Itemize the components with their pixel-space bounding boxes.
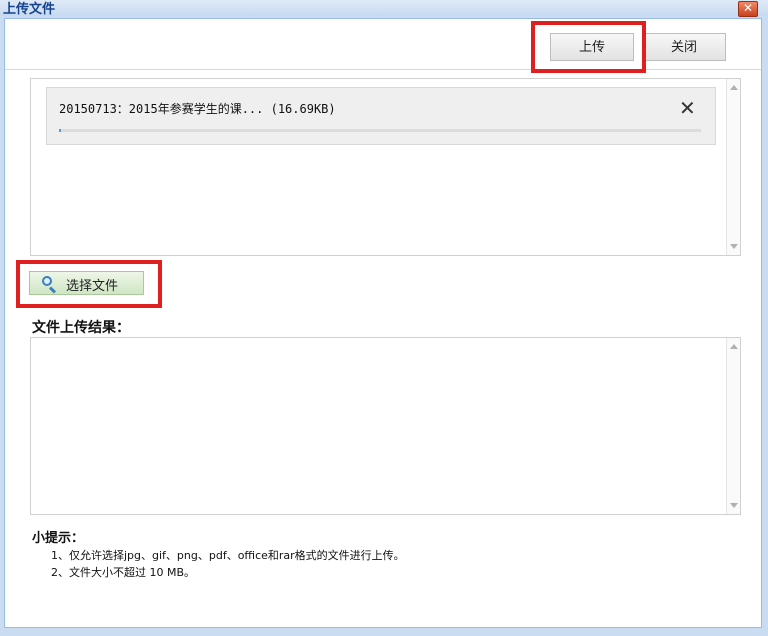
queue-item: 20150713：2015年参赛学生的课... (16.69KB) ✕ bbox=[46, 87, 716, 145]
queue-scrollbar[interactable] bbox=[726, 79, 740, 255]
remove-file-icon[interactable]: ✕ bbox=[679, 96, 696, 120]
upload-progress-bar bbox=[59, 129, 701, 132]
upload-queue: 20150713：2015年参赛学生的课... (16.69KB) ✕ bbox=[30, 78, 741, 256]
scroll-up-icon[interactable] bbox=[730, 85, 738, 90]
highlight-upload-button bbox=[531, 21, 646, 73]
highlight-select-file-button bbox=[16, 260, 162, 308]
file-name: 20150713：2015年参赛学生的课... (16.69KB) bbox=[59, 102, 336, 116]
upload-results-area bbox=[30, 337, 741, 515]
scroll-down-icon[interactable] bbox=[730, 244, 738, 249]
window-titlebar: 上传文件 ✕ bbox=[0, 0, 768, 17]
tip-line-2: 2、文件大小不超过 10 MB。 bbox=[51, 566, 196, 579]
close-icon: ✕ bbox=[742, 1, 754, 15]
window-close-button[interactable]: ✕ bbox=[738, 1, 758, 17]
close-button[interactable]: 关闭 bbox=[642, 33, 726, 61]
window-title: 上传文件 bbox=[3, 2, 56, 17]
toolbar: 上传 关闭 bbox=[5, 19, 761, 70]
tips-title: 小提示： bbox=[32, 531, 85, 546]
scroll-down-icon[interactable] bbox=[730, 503, 738, 508]
upload-progress-fill bbox=[59, 129, 61, 132]
upload-dialog: 上传 关闭 20150713：2015年参赛学生的课... (16.69KB) … bbox=[4, 18, 762, 628]
results-title: 文件上传结果： bbox=[32, 320, 130, 336]
scroll-up-icon[interactable] bbox=[730, 344, 738, 349]
results-scrollbar[interactable] bbox=[726, 338, 740, 514]
tip-line-1: 1、仅允许选择jpg、gif、png、pdf、office和rar格式的文件进行… bbox=[51, 549, 405, 562]
